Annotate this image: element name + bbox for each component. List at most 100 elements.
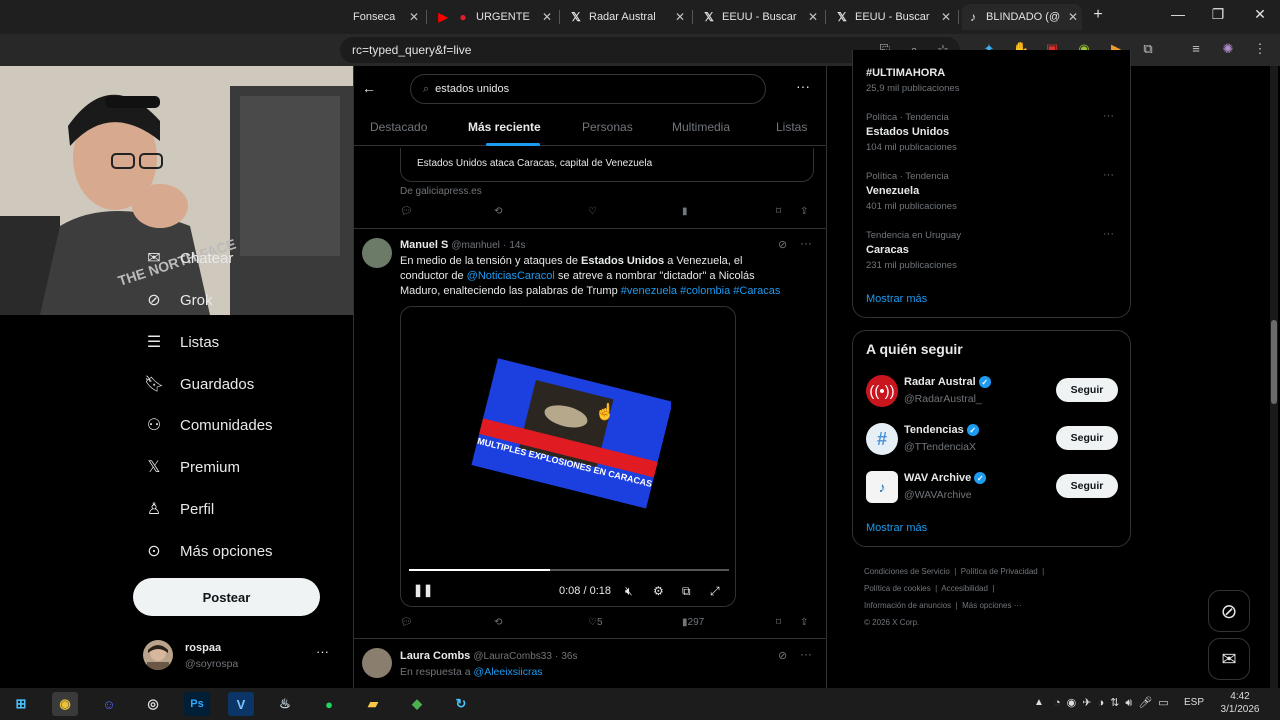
sidebar-item-more[interactable]: ⊙ Más opciones [144, 537, 272, 565]
grok-icon[interactable]: ⊘ [778, 238, 787, 251]
views-count[interactable]: ▮ 297 [682, 617, 704, 628]
tweet-author[interactable]: Manuel S [400, 239, 448, 251]
search-input[interactable]: ⌕ estados unidos [410, 74, 766, 104]
pause-icon[interactable]: ❚❚ [413, 583, 433, 597]
tweet-handle[interactable]: @manhuel [451, 240, 500, 251]
mute-icon[interactable]: 🔇︎ [625, 584, 633, 599]
tweet-more-icon[interactable]: ··· [800, 647, 812, 661]
tab-mas-reciente[interactable]: Más reciente [468, 120, 541, 134]
views-icon[interactable]: ▮ [682, 206, 688, 217]
browser-tab-6-active[interactable]: ♪ BLINDADO (@ ✕ [962, 4, 1082, 30]
link-card[interactable]: Estados Unidos ataca Caracas, capital de… [400, 148, 814, 182]
tab-close-icon[interactable]: ✕ [941, 10, 951, 24]
trend-name[interactable]: Estados Unidos [866, 126, 949, 138]
bookmark-icon[interactable]: ⌑ [776, 617, 781, 628]
radar-icon[interactable]: ((•)) [866, 375, 898, 407]
footer-link[interactable]: Accesibilidad [941, 584, 988, 593]
sidebar-item-communities[interactable]: ⚇ Comunidades [144, 411, 273, 439]
tweet-time[interactable]: 36s [561, 651, 577, 662]
share-icon[interactable]: ⇪ [800, 617, 808, 628]
show-more-follow-link[interactable]: Mostrar más [866, 522, 927, 534]
hashtag-links[interactable]: #venezuela #colombia #Caracas [621, 285, 781, 297]
reply-icon[interactable]: 💬︎ [400, 206, 413, 217]
show-more-trends-link[interactable]: Mostrar más [866, 293, 927, 305]
grok-float-button[interactable]: ⊘ [1208, 590, 1250, 632]
obs-icon[interactable]: ◎ [140, 692, 166, 716]
tab-close-icon[interactable]: ✕ [675, 10, 685, 24]
windows-start-icon[interactable]: ⊞ [8, 692, 34, 716]
discord-icon[interactable]: ☺ [96, 692, 122, 716]
video-player[interactable]: MULTIPLES EXPLOSIONES EN CARACAS ❚❚ 0:08… [400, 306, 736, 607]
tab-close-icon[interactable]: ✕ [1068, 10, 1078, 24]
extensions-puzzle-icon[interactable]: ⧉ [1139, 41, 1157, 57]
follow-button[interactable]: Seguir [1056, 426, 1118, 450]
avatar[interactable] [362, 648, 392, 678]
share-icon[interactable]: ⇪ [800, 206, 808, 217]
like-button[interactable]: ♡ 5 [588, 617, 603, 628]
tab-close-icon[interactable]: ✕ [409, 10, 419, 24]
sync-app-icon[interactable]: ↻ [448, 692, 474, 716]
account-more-icon[interactable]: ··· [316, 644, 329, 659]
tweet-author[interactable]: Laura Combs [400, 650, 470, 662]
music-note-icon[interactable]: ♪ [866, 471, 898, 503]
follow-button[interactable]: Seguir [1056, 474, 1118, 498]
footer-link[interactable]: Información de anuncios [864, 601, 951, 610]
footer-link[interactable]: Condiciones de Servicio [864, 567, 950, 576]
close-window-icon[interactable]: ✕ [1245, 6, 1275, 23]
browser-tab-5[interactable]: 𝕏 EEUU - Buscar ✕ [835, 4, 955, 30]
tab-close-icon[interactable]: ✕ [808, 10, 818, 24]
repost-icon[interactable]: ⟲ [494, 206, 502, 217]
trend-name[interactable]: #ULTIMAHORA [866, 67, 945, 79]
settings-icon[interactable]: ⚙ [653, 584, 664, 598]
trend-name[interactable]: Caracas [866, 244, 909, 256]
search-more-icon[interactable]: ··· [796, 78, 810, 94]
messages-float-button[interactable]: ✉ [1208, 638, 1250, 680]
spotify-icon[interactable]: ● [316, 692, 342, 716]
footer-link[interactable]: Más opciones ··· [962, 601, 1022, 610]
avatar[interactable] [143, 640, 173, 670]
trend-more-icon[interactable]: ··· [1103, 110, 1114, 122]
scrollbar-thumb[interactable] [1271, 320, 1277, 404]
like-icon[interactable]: ♡ [588, 206, 597, 217]
tab-listas[interactable]: Listas [776, 120, 807, 134]
bookmark-icon[interactable]: ⌑ [776, 206, 781, 217]
restore-icon[interactable]: ❐ [1203, 6, 1233, 23]
file-explorer-icon[interactable]: ▰ [360, 692, 386, 716]
tray-expand-icon[interactable]: ▲ [1034, 697, 1044, 708]
sidebar-item-premium[interactable]: 𝕏 Premium [144, 453, 240, 481]
steam-icon[interactable]: ♨ [272, 692, 298, 716]
pip-icon[interactable]: ⧉ [682, 584, 691, 599]
chrome-menu-icon[interactable]: ⋮ [1251, 41, 1269, 57]
tweet-more-icon[interactable]: ··· [800, 236, 812, 250]
trend-more-icon[interactable]: ··· [1103, 169, 1114, 181]
browser-tab-4[interactable]: 𝕏 EEUU - Buscar ✕ [702, 4, 822, 30]
grok-icon[interactable]: ⊘ [778, 649, 787, 662]
sidebar-item-bookmarks[interactable]: 🔖︎ Guardados [144, 370, 254, 398]
photoshop-icon[interactable]: Ps [184, 692, 210, 716]
tweet-handle[interactable]: @LauraCombs33 [473, 651, 552, 662]
language-indicator[interactable]: ESP [1184, 697, 1204, 708]
reply-icon[interactable]: 💬︎ [400, 617, 413, 628]
follow-account-name[interactable]: WAV Archive ✓ [904, 472, 987, 485]
mention-link[interactable]: @NoticiasCaracol [467, 270, 555, 282]
footer-link[interactable]: Política de cookies [864, 584, 931, 593]
repost-icon[interactable]: ⟲ [494, 617, 502, 628]
tab-destacado[interactable]: Destacado [370, 120, 427, 134]
post-button[interactable]: Postear [133, 578, 320, 616]
avatar[interactable] [362, 238, 392, 268]
tab-multimedia[interactable]: Multimedia [672, 120, 730, 134]
minimize-icon[interactable]: — [1163, 6, 1193, 22]
follow-account-name[interactable]: Tendencias ✓ [904, 424, 979, 437]
browser-tab-2[interactable]: ▶ ● URGENTE ✕ [436, 4, 556, 30]
fullscreen-icon[interactable]: ⤢ [710, 584, 720, 599]
sidebar-item-profile[interactable]: ♙ Perfil [144, 495, 214, 523]
trend-name[interactable]: Venezuela [866, 185, 919, 197]
follow-account-name[interactable]: Radar Austral ✓ [904, 376, 991, 389]
tweet-time[interactable]: 14s [509, 240, 525, 251]
page-scrollbar[interactable] [1270, 66, 1278, 688]
footer-link[interactable]: Política de Privacidad [961, 567, 1038, 576]
media-controls-icon[interactable]: ≡ [1187, 41, 1205, 56]
system-tray-icons[interactable]: ◔◉✈◑⇅🔊︎🎤︎▭ [1054, 696, 1175, 710]
vegas-icon[interactable]: V [228, 692, 254, 716]
new-tab-button[interactable]: + [1083, 6, 1113, 24]
